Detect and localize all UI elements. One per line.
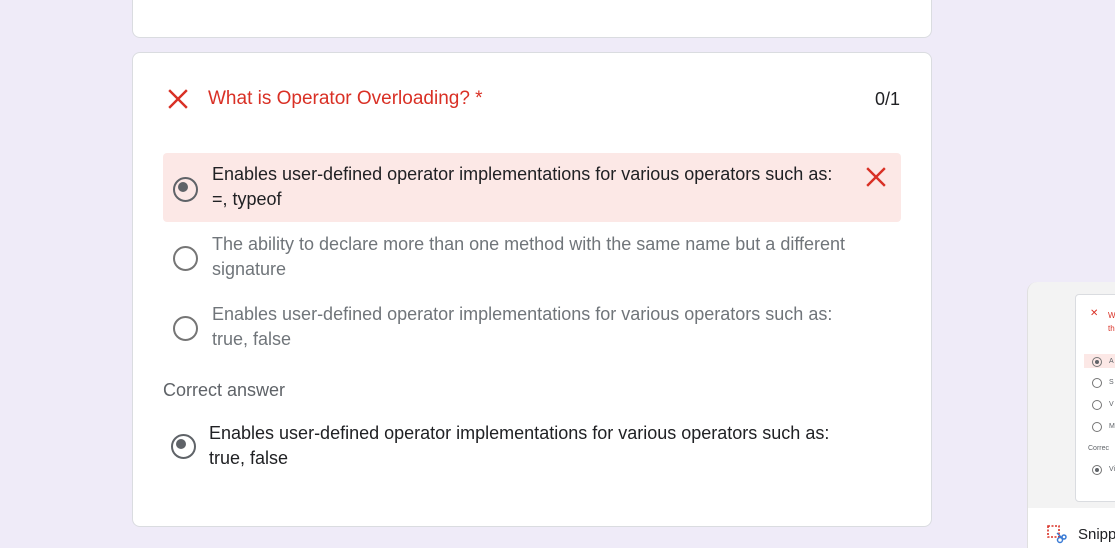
thumbnail-option: V [1109, 401, 1114, 408]
thumbnail-option: S [1109, 379, 1114, 386]
thumbnail-radio-icon [1092, 357, 1102, 367]
thumbnail-correct-label: Correc [1088, 445, 1110, 452]
radio-unchecked-icon[interactable] [173, 246, 198, 271]
thumbnail-question-fragment-2: th [1108, 324, 1115, 333]
wrong-answer-x-icon [866, 167, 886, 187]
thumbnail-correct-option: Vi [1109, 466, 1115, 473]
question-score: 0/1 [874, 89, 900, 109]
thumbnail-radio-icon [1092, 378, 1102, 388]
thumbnail-radio-icon [1092, 422, 1102, 432]
radio-unchecked-icon[interactable] [173, 316, 198, 341]
option-1-text: Enables user-defined operator implementa… [212, 164, 833, 209]
correct-answer-label: Correct answer [163, 380, 286, 400]
snipping-tool-icon [1047, 525, 1067, 544]
previous-question-card [132, 0, 932, 38]
question-title: What is Operator Overloading? * [208, 88, 483, 109]
correct-answer-text: Enables user-defined operator implementa… [209, 423, 830, 468]
thumbnail-x-icon: ✕ [1090, 308, 1099, 319]
radio-checked-icon [171, 434, 196, 459]
option-2[interactable]: The ability to declare more than one met… [163, 229, 901, 287]
thumbnail-radio-icon [1092, 400, 1102, 410]
thumbnail-option: M [1109, 423, 1115, 430]
option-3-text: Enables user-defined operator implementa… [212, 304, 833, 349]
option-3[interactable]: Enables user-defined operator implementa… [163, 299, 901, 357]
thumbnail-option: A [1109, 358, 1114, 365]
incorrect-x-icon [168, 89, 188, 109]
snipping-tool-taskbar-item[interactable]: Snipp [1027, 508, 1115, 548]
radio-checked-icon[interactable] [173, 177, 198, 202]
option-1-selected-wrong[interactable]: Enables user-defined operator implementa… [163, 153, 901, 222]
screenshot-thumbnail[interactable]: ✕ W th A S V M Correc Vi [1027, 282, 1115, 508]
snipping-tool-label: Snipp [1078, 526, 1115, 543]
option-2-text: The ability to declare more than one met… [212, 234, 846, 279]
thumbnail-question-fragment: W [1108, 311, 1115, 320]
correct-answer-option: Enables user-defined operator implementa… [163, 418, 901, 476]
thumbnail-radio-icon [1092, 465, 1102, 475]
